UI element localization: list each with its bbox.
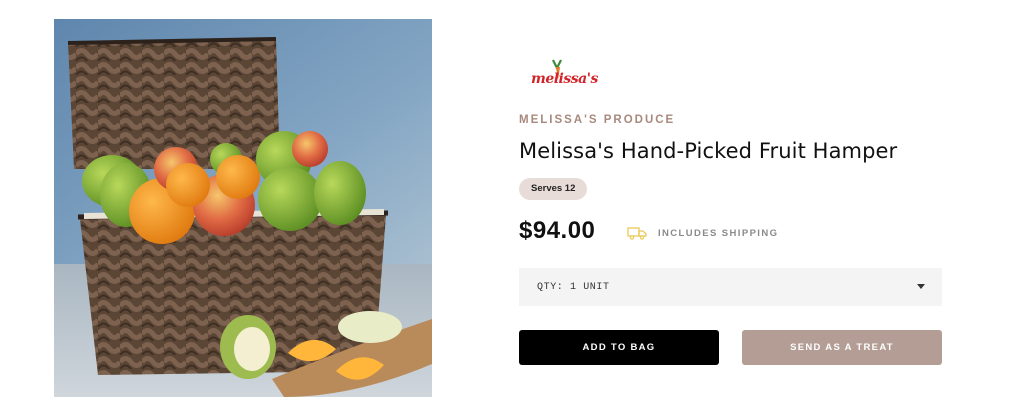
quantity-select[interactable]: QTY: 1 UNIT bbox=[519, 268, 942, 306]
quantity-label: QTY: 1 UNIT bbox=[537, 281, 610, 293]
send-as-treat-button[interactable]: SEND AS A TREAT bbox=[742, 330, 942, 365]
logo-text: melissa's bbox=[531, 71, 598, 87]
chevron-down-icon bbox=[917, 284, 925, 289]
shipping-label: INCLUDES SHIPPING bbox=[658, 227, 779, 239]
serves-badge: Serves 12 bbox=[519, 178, 588, 200]
product-image[interactable] bbox=[54, 19, 432, 397]
shipping-info: INCLUDES SHIPPING bbox=[627, 225, 778, 241]
truck-icon bbox=[627, 227, 647, 240]
brand-name[interactable]: MELISSA'S PRODUCE bbox=[519, 114, 675, 126]
brand-logo[interactable]: melissa's bbox=[531, 58, 598, 92]
add-to-bag-button[interactable]: ADD TO BAG bbox=[519, 330, 719, 365]
price: $94.00 bbox=[519, 217, 596, 244]
fruit-basket-photo bbox=[54, 19, 432, 397]
product-title: Melissa's Hand-Picked Fruit Hamper bbox=[519, 139, 898, 163]
